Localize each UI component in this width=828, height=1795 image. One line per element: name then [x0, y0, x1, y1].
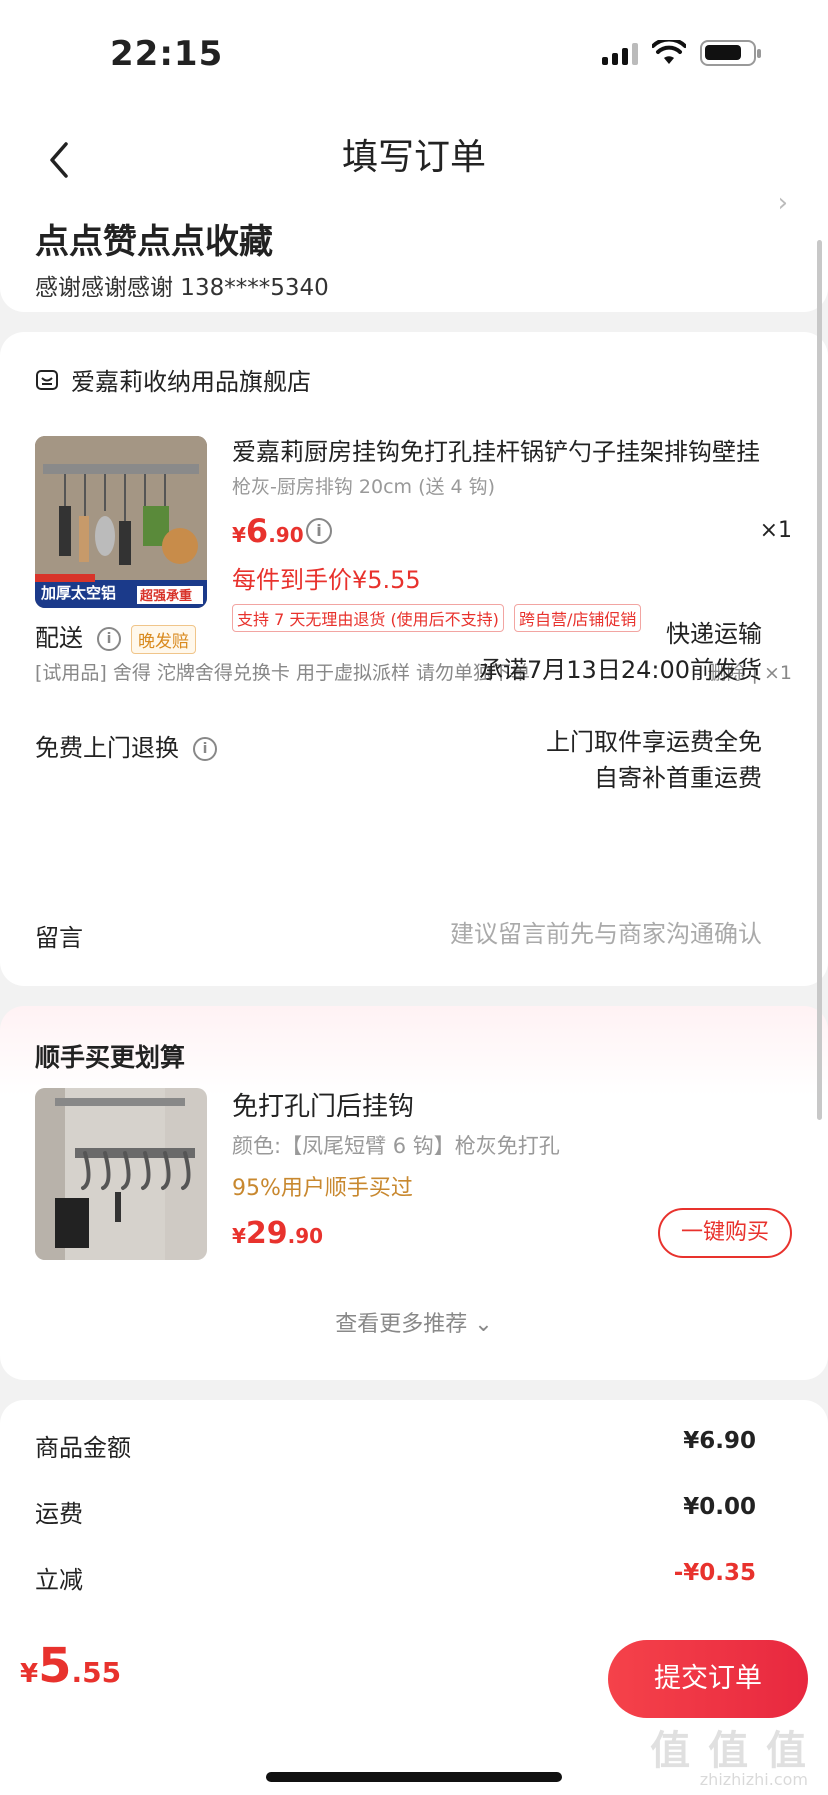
goods-amount-row: 商品金额 ¥6.90: [35, 1428, 756, 1462]
watermark: 值 值 值: [650, 1728, 808, 1774]
product-quantity: ×1: [759, 518, 792, 543]
delivery-label: 配送 i 晚发赔: [35, 618, 196, 654]
recommend-name[interactable]: 免打孔门后挂钩: [232, 1086, 414, 1123]
final-price: 每件到手价¥5.55: [232, 566, 421, 594]
note-input[interactable]: 建议留言前先与商家沟通确认: [450, 916, 762, 952]
signal-icon: [602, 41, 638, 65]
address-name: 点点赞点点收藏: [35, 222, 273, 262]
late-compensation-badge: 晚发赔: [131, 624, 196, 654]
delivery-promise: 承诺7月13日24:00前发货: [479, 656, 762, 684]
delivery-info-icon[interactable]: i: [97, 627, 121, 651]
recommend-price: ¥29.90: [232, 1216, 324, 1251]
bottom-bar: ¥5.55 提交订单 值 值 值 zhizhizhi.com: [0, 1620, 828, 1795]
product-title[interactable]: 爱嘉莉厨房挂钩免打孔挂杆锅铲勺子挂架排钩壁挂: [232, 432, 792, 467]
address-contact: 感谢感谢感谢 138****5340: [35, 275, 329, 301]
more-recommend-link[interactable]: 查看更多推荐 ⌄: [0, 1306, 828, 1338]
recommend-bought: 95%用户顺手买过: [232, 1176, 413, 1201]
address-card[interactable]: › 点点赞点点收藏 感谢感谢感谢 138****5340: [0, 188, 828, 312]
returns-line-2: 自寄补首重运费: [594, 764, 762, 792]
shop-header[interactable]: 爱嘉莉收纳用品旗舰店: [35, 362, 311, 397]
watermark-url: zhizhizhi.com: [699, 1770, 808, 1789]
product-thumbnail[interactable]: 加厚太空铝 超强承重: [35, 436, 207, 608]
delivery-value[interactable]: 快递运输 承诺7月13日24:00前发货: [479, 616, 762, 688]
thumb-badge-text: 加厚太空铝: [40, 584, 116, 602]
scrollbar[interactable]: [817, 240, 822, 1120]
product-spec[interactable]: 枪灰-厨房排钩 20cm (送 4 钩): [232, 472, 495, 499]
shipping-row: 运费 ¥0.00: [35, 1494, 756, 1528]
shop-name: 爱嘉莉收纳用品旗舰店: [71, 368, 311, 396]
delivery-method: 快递运输: [666, 620, 762, 648]
trial-item: [试用品] 舍得 沱牌舍得兑换卡 用于虚拟派样 请勿单独下单: [35, 662, 530, 684]
home-indicator[interactable]: [266, 1772, 562, 1782]
battery-icon: [700, 40, 761, 66]
total-price: ¥5.55: [20, 1638, 122, 1694]
price-info-icon[interactable]: i: [306, 518, 332, 544]
product-price: ¥6.90: [232, 512, 304, 550]
returns-label: 免费上门退换 i: [35, 728, 217, 763]
order-card: 爱嘉莉收纳用品旗舰店 加厚太空铝 超强承重 爱嘉莉厨房挂钩免打孔挂杆锅铲勺子挂架: [0, 332, 828, 986]
nav-bar: 填写订单: [0, 110, 828, 210]
returns-info-icon[interactable]: i: [193, 737, 217, 761]
status-icons: [602, 40, 761, 66]
recommend-thumbnail[interactable]: [35, 1088, 207, 1260]
chevron-right-icon[interactable]: ›: [778, 188, 788, 218]
recommend-title: 顺手买更划算: [35, 1043, 186, 1072]
return-tag: 支持 7 天无理由退货 (使用后不支持): [232, 604, 504, 632]
recommend-spec: 颜色:【凤尾短臂 6 钩】枪灰免打孔: [232, 1134, 560, 1158]
status-time: 22:15: [110, 34, 224, 74]
status-bar: 22:15: [0, 0, 828, 110]
thumb-badge-text-2: 超强承重: [140, 588, 192, 604]
page-title: 填写订单: [341, 137, 486, 178]
wifi-icon: [652, 40, 686, 64]
returns-line-1: 上门取件享运费全免: [546, 728, 762, 756]
recommend-card: 顺手买更划算 免打孔门后挂钩 颜色:【凤尾短臂 6 钩】枪灰免打孔 95%用户顺…: [0, 1006, 828, 1380]
returns-value: 上门取件享运费全免 自寄补首重运费: [546, 724, 762, 796]
discount-row[interactable]: 立减 -¥0.35: [35, 1560, 756, 1595]
shop-icon: [36, 369, 58, 390]
one-click-buy-button[interactable]: 一键购买: [658, 1208, 792, 1258]
submit-order-button[interactable]: 提交订单: [608, 1640, 808, 1718]
note-label: 留言: [35, 924, 83, 952]
